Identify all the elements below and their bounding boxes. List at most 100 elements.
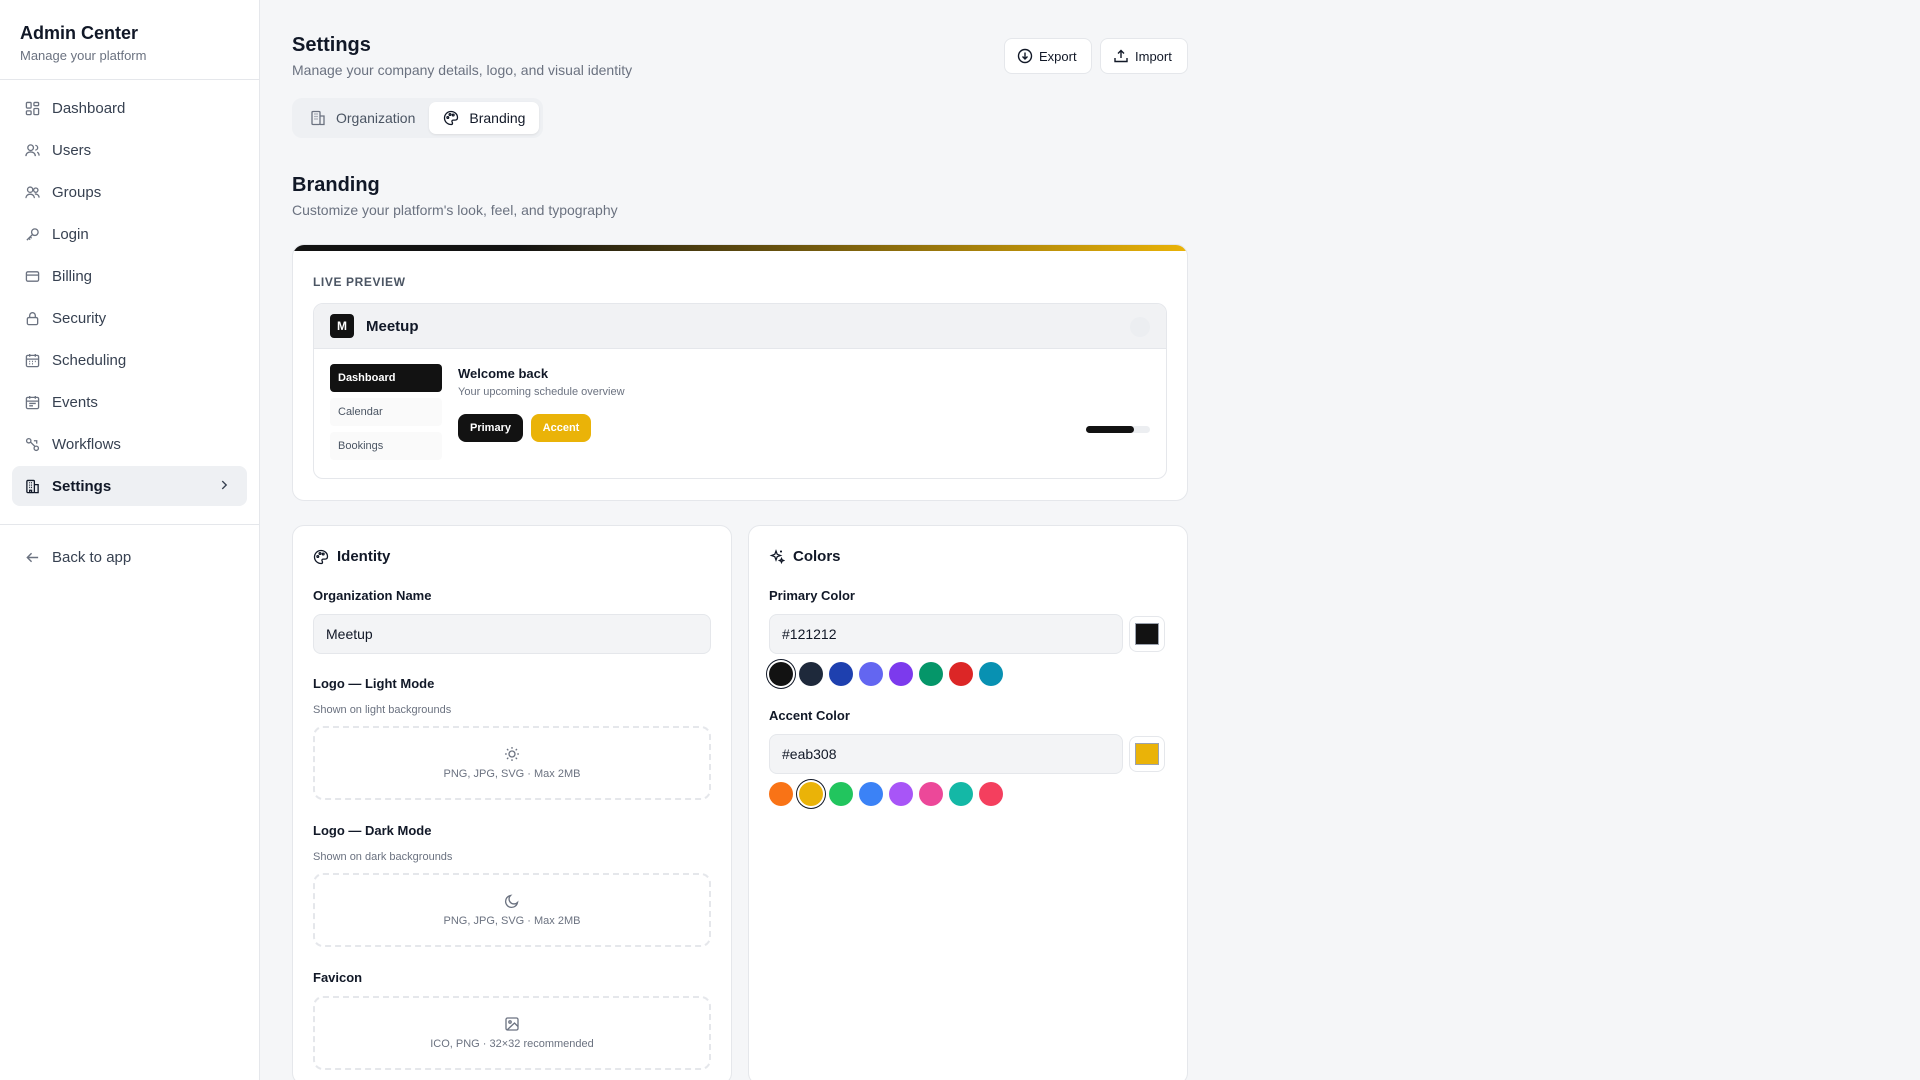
accent-color-swatch[interactable] xyxy=(769,782,793,806)
accent-color-swatch[interactable] xyxy=(979,782,1003,806)
org-name-label: Organization Name xyxy=(313,588,432,603)
dropzone-text: PNG, JPG, SVG · Max 2MB xyxy=(443,915,581,927)
sidebar-item-dashboard[interactable]: Dashboard xyxy=(12,88,247,128)
page-subtitle: Manage your company details, logo, and v… xyxy=(292,62,633,78)
primary-color-swatch[interactable] xyxy=(859,662,883,686)
accent-color-input[interactable]: #eab308 xyxy=(769,734,1123,774)
accent-color-swatch[interactable] xyxy=(799,782,823,806)
logo-dark-hint: Shown on dark backgrounds xyxy=(313,851,453,863)
accent-color-preview xyxy=(1135,743,1159,765)
colors-card: Colors Primary Color #121212 Accent Colo… xyxy=(748,525,1188,1080)
preview-welcome: Welcome back xyxy=(458,366,549,381)
primary-swatches xyxy=(769,662,1009,686)
primary-color-swatch[interactable] xyxy=(829,662,853,686)
moon-icon xyxy=(504,894,519,909)
org-name-input[interactable]: Meetup xyxy=(313,614,711,654)
tab-label: Branding xyxy=(469,110,526,126)
section-subtitle: Customize your platform's look, feel, an… xyxy=(292,202,618,218)
accent-color-swatch[interactable] xyxy=(949,782,973,806)
preview-topbar: M Meetup xyxy=(314,304,1166,349)
upload-icon xyxy=(1114,49,1128,63)
sidebar-item-label: Settings xyxy=(52,477,112,495)
download-icon xyxy=(1017,48,1033,64)
sidebar-footer: Back to app xyxy=(0,533,259,583)
app-subtitle: Manage your platform xyxy=(20,48,147,63)
sidebar-item-events[interactable]: Events xyxy=(12,382,247,422)
logo-light-label: Logo — Light Mode xyxy=(313,676,435,691)
dashboard-icon xyxy=(24,100,40,116)
sidebar-item-billing[interactable]: Billing xyxy=(12,256,247,296)
settings-tabs: Organization Branding xyxy=(292,98,544,138)
tab-branding[interactable]: Branding xyxy=(429,102,540,134)
workflow-icon xyxy=(24,436,40,452)
identity-title: Identity xyxy=(337,548,391,565)
colors-header: Colors xyxy=(769,548,841,565)
accent-color-swatch[interactable] xyxy=(919,782,943,806)
preview-nav: Dashboard Calendar Bookings xyxy=(330,364,442,466)
primary-color-swatch[interactable] xyxy=(919,662,943,686)
accent-color-label: Accent Color xyxy=(769,708,850,723)
accent-color-swatch[interactable] xyxy=(889,782,913,806)
primary-color-swatch[interactable] xyxy=(769,662,793,686)
sidebar-item-settings[interactable]: Settings xyxy=(12,466,247,506)
preview-nav-item: Bookings xyxy=(330,432,442,460)
back-to-app-link[interactable]: Back to app xyxy=(12,537,247,577)
logo-light-dropzone[interactable]: PNG, JPG, SVG · Max 2MB xyxy=(313,726,711,800)
sidebar-item-security[interactable]: Security xyxy=(12,298,247,338)
building-icon xyxy=(24,478,40,494)
accent-color-swatch[interactable] xyxy=(829,782,853,806)
sidebar-item-users[interactable]: Users xyxy=(12,130,247,170)
dropzone-text: ICO, PNG · 32×32 recommended xyxy=(430,1038,594,1050)
preview-avatar xyxy=(1130,317,1150,337)
credit-card-icon xyxy=(24,268,40,284)
primary-color-swatch[interactable] xyxy=(979,662,1003,686)
preview-nav-item: Dashboard xyxy=(330,364,442,392)
sidebar-item-label: Events xyxy=(52,393,98,411)
sidebar-nav: Dashboard Users Groups Login Billing Sec… xyxy=(0,80,259,516)
palette-icon xyxy=(444,110,459,126)
preview-gradient-bar xyxy=(293,245,1187,251)
sidebar-item-workflows[interactable]: Workflows xyxy=(12,424,247,464)
users-icon xyxy=(24,184,40,200)
live-preview-card: LIVE PREVIEW M Meetup Dashboard Calendar… xyxy=(292,244,1188,501)
tab-label: Organization xyxy=(336,110,416,126)
accent-color-swatch[interactable] xyxy=(859,782,883,806)
primary-color-input[interactable]: #121212 xyxy=(769,614,1123,654)
sidebar-item-groups[interactable]: Groups xyxy=(12,172,247,212)
import-button[interactable]: Import xyxy=(1100,38,1188,74)
sidebar-item-label: Login xyxy=(52,225,89,243)
favicon-label: Favicon xyxy=(313,970,363,985)
sidebar-item-login[interactable]: Login xyxy=(12,214,247,254)
sidebar: Admin Center Manage your platform Dashbo… xyxy=(0,0,260,1080)
sidebar-item-label: Security xyxy=(52,309,107,327)
logo-dark-dropzone[interactable]: PNG, JPG, SVG · Max 2MB xyxy=(313,873,711,947)
accent-color-picker[interactable] xyxy=(1129,736,1165,772)
primary-color-swatch[interactable] xyxy=(799,662,823,686)
live-preview-label: LIVE PREVIEW xyxy=(313,275,406,289)
favicon-dropzone[interactable]: ICO, PNG · 32×32 recommended xyxy=(313,996,711,1070)
export-button[interactable]: Export xyxy=(1004,38,1092,74)
sidebar-item-scheduling[interactable]: Scheduling xyxy=(12,340,247,380)
preview-app: M Meetup Dashboard Calendar Bookings Wel… xyxy=(313,303,1167,479)
sidebar-divider xyxy=(0,524,259,525)
identity-card: Identity Organization Name Meetup Logo —… xyxy=(292,525,732,1080)
primary-color-swatch[interactable] xyxy=(889,662,913,686)
primary-color-swatch[interactable] xyxy=(949,662,973,686)
tab-organization[interactable]: Organization xyxy=(296,102,429,134)
accent-swatches xyxy=(769,782,1009,806)
sidebar-item-label: Users xyxy=(52,141,92,159)
primary-color-picker[interactable] xyxy=(1129,616,1165,652)
sun-icon xyxy=(505,747,519,761)
sidebar-item-label: Workflows xyxy=(52,435,121,453)
import-label: Import xyxy=(1135,48,1172,64)
lock-icon xyxy=(24,310,40,326)
sidebar-item-label: Billing xyxy=(52,267,93,285)
primary-color-label: Primary Color xyxy=(769,588,855,603)
logo-dark-label: Logo — Dark Mode xyxy=(313,823,432,838)
export-label: Export xyxy=(1039,48,1077,64)
user-icon xyxy=(24,142,40,158)
sidebar-item-label: Scheduling xyxy=(52,351,127,369)
preview-nav-item: Calendar xyxy=(330,398,442,426)
app-title: Admin Center xyxy=(20,23,139,43)
primary-color-preview xyxy=(1135,623,1159,645)
